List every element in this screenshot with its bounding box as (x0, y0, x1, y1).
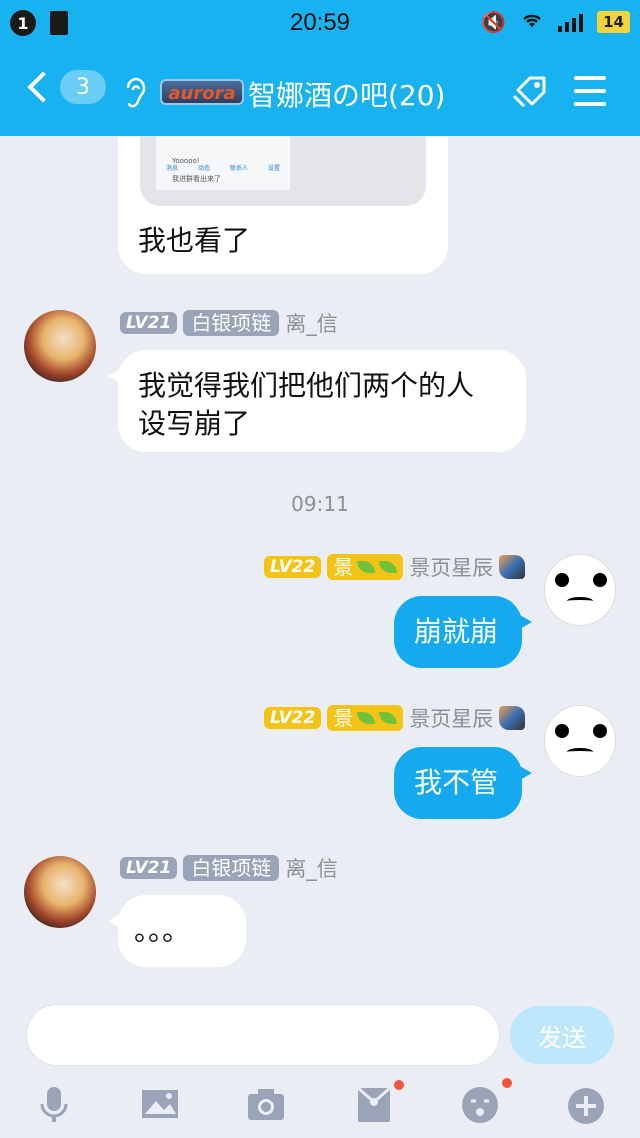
dragon-badge-icon (499, 555, 526, 579)
new-indicator-dot (502, 1078, 512, 1088)
avatar[interactable] (544, 554, 616, 626)
timestamp: 09:11 (291, 492, 349, 516)
battery-icon: 14 (597, 11, 630, 33)
sender-meta: LV22 景 景页星辰 (264, 554, 526, 580)
mute-icon: 🔇 (481, 10, 507, 34)
dragon-badge-icon (499, 706, 526, 730)
preview-tab: 动态 (197, 165, 210, 172)
sender-meta: LV21 白银项链 离_信 (120, 310, 338, 336)
image-message-preview[interactable]: Yooooo! 我进群看出来了 消息 动态 联系人 设置 (140, 136, 426, 206)
avatar[interactable] (24, 856, 96, 928)
sender-nickname: 离_信 (285, 857, 338, 881)
message-bubble[interactable]: 我觉得我们把他们两个的人 设写崩了 (108, 350, 526, 452)
leaf-icon (379, 712, 398, 724)
level-badge: LV22 (264, 707, 322, 729)
menu-icon[interactable] (574, 76, 606, 106)
leaf-icon (379, 561, 398, 573)
title-badge: 景 (327, 705, 404, 731)
group-tag-icon[interactable] (510, 72, 550, 112)
preview-tabbar: 消息 动态 联系人 设置 (156, 150, 290, 188)
preview-tab: 设置 (267, 165, 280, 172)
sender-meta: LV21 白银项链 离_信 (120, 855, 338, 881)
message-text: 我也看了 (138, 224, 251, 257)
chat-title: 智娜酒の吧(20) (248, 79, 446, 112)
chat-toolbar (0, 1078, 640, 1138)
sender-meta: LV22 景 景页星辰 (264, 705, 526, 731)
preview-tab: 联系人 (229, 165, 248, 172)
camera-icon[interactable] (246, 1084, 286, 1124)
message-text-line: 我觉得我们把他们两个的人 (138, 369, 475, 402)
group-logo: aurora (160, 79, 244, 105)
message-text: 崩就崩 (414, 615, 499, 648)
avatar[interactable] (24, 310, 96, 382)
sender-nickname: 景页星辰 (409, 707, 494, 731)
emoji-icon[interactable] (460, 1084, 500, 1124)
sender-nickname: 景页星辰 (409, 556, 494, 580)
message-text: 。。。 (134, 914, 191, 947)
chevron-left-icon (27, 71, 59, 103)
level-badge: LV21 (120, 857, 178, 879)
image-message-bubble[interactable]: Yooooo! 我进群看出来了 消息 动态 联系人 设置 我也看了 (118, 136, 448, 274)
image-icon[interactable] (140, 1084, 180, 1124)
title-text: 景 (333, 706, 354, 730)
message-bubble[interactable]: 我不管 (394, 747, 532, 819)
message-bubble[interactable]: 。。。 (108, 895, 246, 967)
message-input[interactable] (26, 1004, 500, 1066)
leaf-icon (357, 561, 376, 573)
new-indicator-dot (394, 1080, 404, 1090)
title-text: 景 (333, 555, 354, 579)
message-text: 我不管 (414, 766, 499, 799)
avatar[interactable] (544, 705, 616, 777)
leaf-icon (357, 712, 376, 724)
title-badge: 白银项链 (183, 310, 280, 336)
ear-icon[interactable] (122, 76, 148, 117)
message-bubble[interactable]: 崩就崩 (394, 596, 532, 668)
sender-nickname: 离_信 (285, 312, 338, 336)
title-badge: 景 (327, 554, 404, 580)
send-button[interactable]: 发送 (510, 1006, 614, 1064)
title-badge: 白银项链 (183, 855, 280, 881)
unread-count: 3 (60, 70, 106, 104)
wifi-icon (520, 10, 544, 34)
level-badge: LV21 (120, 312, 178, 334)
preview-tab: 消息 (165, 165, 178, 172)
signal-icon (558, 12, 584, 32)
nav-bar: 3 aurora 智娜酒の吧(20) (0, 46, 640, 136)
microphone-icon[interactable] (34, 1084, 74, 1124)
status-bar: 1 20:59 🔇 14 (0, 0, 640, 46)
message-text-line: 设写崩了 (138, 407, 251, 440)
plus-icon[interactable] (566, 1084, 606, 1124)
back-button[interactable]: 3 (22, 70, 106, 104)
level-badge: LV22 (264, 556, 322, 578)
red-packet-icon[interactable] (354, 1084, 394, 1124)
